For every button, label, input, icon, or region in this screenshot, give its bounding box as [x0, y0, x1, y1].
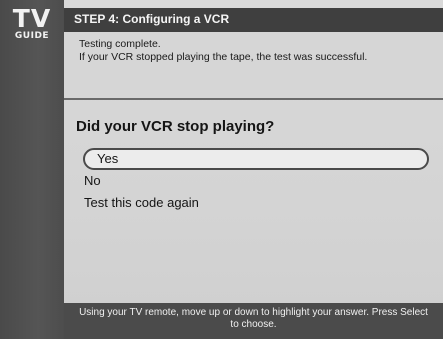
sidebar: TV GUIDE — [0, 0, 64, 339]
option-no[interactable]: No — [84, 170, 101, 192]
footer-instructions: Using your TV remote, move up or down to… — [64, 303, 443, 339]
option-yes-label: Yes — [97, 151, 119, 166]
question-heading: Did your VCR stop playing? — [76, 118, 275, 135]
status-line-result: If your VCR stopped playing the tape, th… — [79, 51, 368, 63]
option-test-again-label: Test this code again — [84, 195, 199, 210]
status-panel: Testing complete. If your VCR stopped pl… — [64, 32, 443, 100]
tv-screen: TV GUIDE STEP 4: Configuring a VCR Testi… — [0, 0, 443, 339]
tv-guide-logo: TV GUIDE — [4, 6, 60, 46]
step-title: STEP 4: Configuring a VCR — [74, 12, 230, 26]
logo-tv-text: TV — [12, 4, 52, 33]
status-line-complete: Testing complete. — [79, 38, 161, 50]
option-no-label: No — [84, 173, 101, 188]
footer-instructions-text: Using your TV remote, move up or down to… — [79, 307, 428, 330]
step-header: STEP 4: Configuring a VCR — [64, 8, 443, 32]
option-test-again[interactable]: Test this code again — [84, 192, 199, 214]
option-yes[interactable]: Yes — [83, 148, 429, 170]
